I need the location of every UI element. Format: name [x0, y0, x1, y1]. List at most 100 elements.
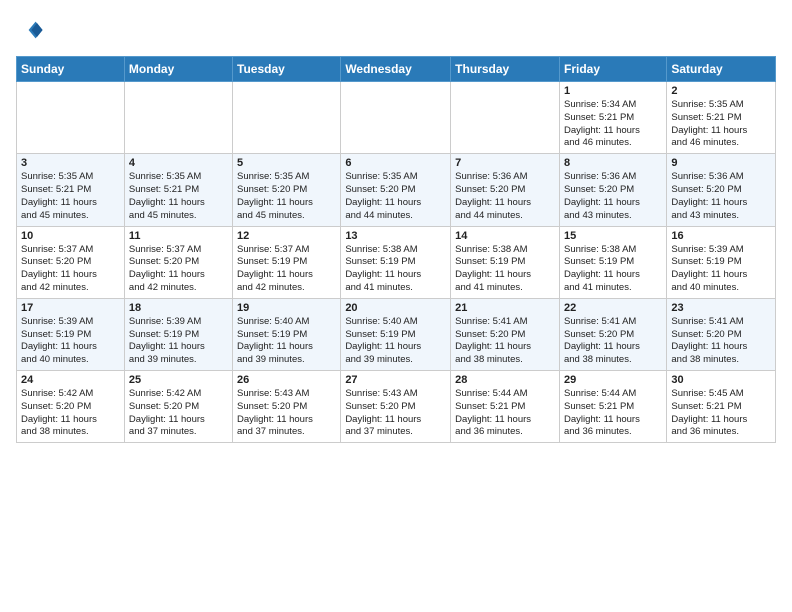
calendar-cell: 7Sunrise: 5:36 AM Sunset: 5:20 PM Daylig…: [451, 154, 560, 226]
day-info: Sunrise: 5:43 AM Sunset: 5:20 PM Dayligh…: [237, 388, 336, 439]
calendar-cell: 9 Sunrise: 5:36 AM Sunset: 5:20 PM Daylig…: [667, 154, 776, 226]
day-number: 28: [455, 374, 555, 386]
day-info: Sunrise: 5:37 AM Sunset: 5:20 PM Dayligh…: [129, 244, 228, 295]
calendar-cell: 13 Sunrise: 5:38 AM Sunset: 5:19 PM Dayli…: [341, 226, 451, 298]
day-number: 21: [455, 302, 555, 314]
day-number: 12: [237, 230, 336, 242]
page-header: [16, 16, 776, 44]
calendar-cell: 2 Sunrise: 5:35 AM Sunset: 5:21 PM Daylig…: [667, 82, 776, 154]
week-row-4: 17Sunrise: 5:39 AM Sunset: 5:19 PM Dayli…: [17, 298, 776, 370]
day-number: 29: [564, 374, 662, 386]
weekday-header-friday: Friday: [559, 57, 666, 82]
day-number: 5: [237, 157, 336, 169]
calendar-cell: [124, 82, 232, 154]
day-info: Sunrise: 5:38 AM Sunset: 5:19 PM Dayligh…: [564, 244, 662, 295]
weekday-header-row: SundayMondayTuesdayWednesdayThursdayFrid…: [17, 57, 776, 82]
day-number: 9: [671, 157, 771, 169]
day-info: Sunrise: 5:35 AM Sunset: 5:21 PM Dayligh…: [671, 99, 771, 150]
calendar-cell: 6Sunrise: 5:35 AM Sunset: 5:20 PM Daylig…: [341, 154, 451, 226]
calendar-cell: 25 Sunrise: 5:42 AM Sunset: 5:20 PM Dayli…: [124, 371, 232, 443]
calendar-cell: 29 Sunrise: 5:44 AM Sunset: 5:21 PM Dayli…: [559, 371, 666, 443]
day-info: Sunrise: 5:36 AM Sunset: 5:20 PM Dayligh…: [455, 171, 555, 222]
calendar-cell: [17, 82, 125, 154]
calendar-cell: [341, 82, 451, 154]
day-info: Sunrise: 5:39 AM Sunset: 5:19 PM Dayligh…: [21, 316, 120, 367]
calendar-cell: 10 Sunrise: 5:37 AM Sunset: 5:20 PM Dayli…: [17, 226, 125, 298]
day-info: Sunrise: 5:40 AM Sunset: 5:19 PM Dayligh…: [345, 316, 446, 367]
day-number: 11: [129, 230, 228, 242]
day-number: 24: [21, 374, 120, 386]
day-number: 2: [671, 85, 771, 97]
calendar-cell: 11 Sunrise: 5:37 AM Sunset: 5:20 PM Dayli…: [124, 226, 232, 298]
day-number: 15: [564, 230, 662, 242]
calendar-cell: 24 Sunrise: 5:42 AM Sunset: 5:20 PM Dayli…: [17, 371, 125, 443]
day-info: Sunrise: 5:38 AM Sunset: 5:19 PM Dayligh…: [455, 244, 555, 295]
week-row-3: 10 Sunrise: 5:37 AM Sunset: 5:20 PM Dayli…: [17, 226, 776, 298]
day-info: Sunrise: 5:45 AM Sunset: 5:21 PM Dayligh…: [671, 388, 771, 439]
calendar-cell: 15 Sunrise: 5:38 AM Sunset: 5:19 PM Dayli…: [559, 226, 666, 298]
day-number: 26: [237, 374, 336, 386]
day-number: 16: [671, 230, 771, 242]
day-number: 19: [237, 302, 336, 314]
day-number: 14: [455, 230, 555, 242]
day-info: Sunrise: 5:39 AM Sunset: 5:19 PM Dayligh…: [129, 316, 228, 367]
calendar-cell: 20 Sunrise: 5:40 AM Sunset: 5:19 PM Dayli…: [341, 298, 451, 370]
calendar-cell: 5 Sunrise: 5:35 AM Sunset: 5:20 PM Daylig…: [233, 154, 341, 226]
day-info: Sunrise: 5:37 AM Sunset: 5:19 PM Dayligh…: [237, 244, 336, 295]
weekday-header-monday: Monday: [124, 57, 232, 82]
calendar-cell: 4Sunrise: 5:35 AM Sunset: 5:21 PM Daylig…: [124, 154, 232, 226]
day-number: 18: [129, 302, 228, 314]
weekday-header-saturday: Saturday: [667, 57, 776, 82]
calendar-cell: 19 Sunrise: 5:40 AM Sunset: 5:19 PM Dayli…: [233, 298, 341, 370]
weekday-header-sunday: Sunday: [17, 57, 125, 82]
calendar-cell: 26 Sunrise: 5:43 AM Sunset: 5:20 PM Dayli…: [233, 371, 341, 443]
day-number: 25: [129, 374, 228, 386]
calendar-cell: 21 Sunrise: 5:41 AM Sunset: 5:20 PM Dayli…: [451, 298, 560, 370]
day-info: Sunrise: 5:43 AM Sunset: 5:20 PM Dayligh…: [345, 388, 446, 439]
day-number: 10: [21, 230, 120, 242]
day-info: Sunrise: 5:41 AM Sunset: 5:20 PM Dayligh…: [564, 316, 662, 367]
day-info: Sunrise: 5:40 AM Sunset: 5:19 PM Dayligh…: [237, 316, 336, 367]
day-info: Sunrise: 5:41 AM Sunset: 5:20 PM Dayligh…: [455, 316, 555, 367]
day-info: Sunrise: 5:44 AM Sunset: 5:21 PM Dayligh…: [564, 388, 662, 439]
calendar-cell: [451, 82, 560, 154]
logo-icon: [16, 16, 44, 44]
calendar-cell: 23 Sunrise: 5:41 AM Sunset: 5:20 PM Dayli…: [667, 298, 776, 370]
calendar-cell: 22Sunrise: 5:41 AM Sunset: 5:20 PM Dayli…: [559, 298, 666, 370]
day-info: Sunrise: 5:44 AM Sunset: 5:21 PM Dayligh…: [455, 388, 555, 439]
day-number: 4: [129, 157, 228, 169]
week-row-2: 3 Sunrise: 5:35 AM Sunset: 5:21 PM Daylig…: [17, 154, 776, 226]
calendar-cell: 16Sunrise: 5:39 AM Sunset: 5:19 PM Dayli…: [667, 226, 776, 298]
day-info: Sunrise: 5:36 AM Sunset: 5:20 PM Dayligh…: [671, 171, 771, 222]
calendar-cell: 1 Sunrise: 5:34 AM Sunset: 5:21 PM Daylig…: [559, 82, 666, 154]
day-info: Sunrise: 5:38 AM Sunset: 5:19 PM Dayligh…: [345, 244, 446, 295]
logo: [16, 16, 48, 44]
calendar-cell: 28 Sunrise: 5:44 AM Sunset: 5:21 PM Dayli…: [451, 371, 560, 443]
day-info: Sunrise: 5:37 AM Sunset: 5:20 PM Dayligh…: [21, 244, 120, 295]
calendar-cell: 8 Sunrise: 5:36 AM Sunset: 5:20 PM Daylig…: [559, 154, 666, 226]
calendar-cell: 27 Sunrise: 5:43 AM Sunset: 5:20 PM Dayli…: [341, 371, 451, 443]
calendar-cell: 30 Sunrise: 5:45 AM Sunset: 5:21 PM Dayli…: [667, 371, 776, 443]
day-info: Sunrise: 5:34 AM Sunset: 5:21 PM Dayligh…: [564, 99, 662, 150]
day-info: Sunrise: 5:42 AM Sunset: 5:20 PM Dayligh…: [21, 388, 120, 439]
day-number: 1: [564, 85, 662, 97]
week-row-5: 24 Sunrise: 5:42 AM Sunset: 5:20 PM Dayli…: [17, 371, 776, 443]
day-info: Sunrise: 5:35 AM Sunset: 5:20 PM Dayligh…: [237, 171, 336, 222]
calendar-cell: 17Sunrise: 5:39 AM Sunset: 5:19 PM Dayli…: [17, 298, 125, 370]
weekday-header-thursday: Thursday: [451, 57, 560, 82]
day-number: 3: [21, 157, 120, 169]
day-info: Sunrise: 5:35 AM Sunset: 5:21 PM Dayligh…: [21, 171, 120, 222]
day-info: Sunrise: 5:35 AM Sunset: 5:20 PM Dayligh…: [345, 171, 446, 222]
day-info: Sunrise: 5:36 AM Sunset: 5:20 PM Dayligh…: [564, 171, 662, 222]
week-row-1: 1 Sunrise: 5:34 AM Sunset: 5:21 PM Daylig…: [17, 82, 776, 154]
day-number: 20: [345, 302, 446, 314]
calendar-cell: [233, 82, 341, 154]
day-number: 23: [671, 302, 771, 314]
calendar-cell: 12 Sunrise: 5:37 AM Sunset: 5:19 PM Dayli…: [233, 226, 341, 298]
day-info: Sunrise: 5:42 AM Sunset: 5:20 PM Dayligh…: [129, 388, 228, 439]
day-info: Sunrise: 5:41 AM Sunset: 5:20 PM Dayligh…: [671, 316, 771, 367]
day-number: 27: [345, 374, 446, 386]
day-number: 13: [345, 230, 446, 242]
day-number: 8: [564, 157, 662, 169]
day-number: 30: [671, 374, 771, 386]
